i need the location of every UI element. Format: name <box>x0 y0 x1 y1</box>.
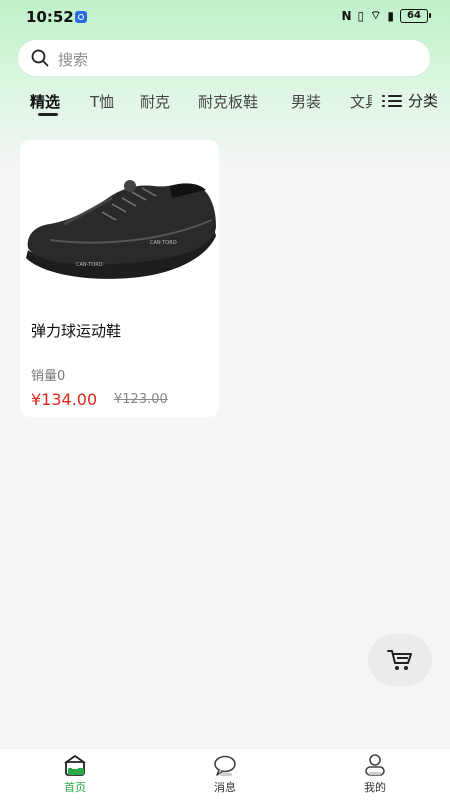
message-icon <box>214 755 236 776</box>
nav-messages[interactable]: 消息 <box>185 749 265 801</box>
nav-profile-label: 我的 <box>364 781 386 794</box>
bottom-nav: 首页 消息 我的 <box>0 748 450 801</box>
vpn-icon <box>75 11 87 23</box>
product-name: 弹力球运动鞋 <box>31 322 122 340</box>
wifi-icon: ⌔ <box>370 8 382 22</box>
alert-icon: ▮ <box>387 8 394 23</box>
tab-menswear[interactable]: 男装 <box>291 91 321 112</box>
battery-icon: 64 <box>400 8 431 23</box>
tab-featured[interactable]: 精选 <box>30 91 60 112</box>
search-icon <box>31 49 49 67</box>
active-tab-indicator <box>38 113 58 116</box>
status-icons: N ▯ ⌔ ▮ 64 <box>341 8 431 23</box>
tabs-scroller[interactable]: 精选 T恤 耐克 耐克板鞋 男装 文具 <box>0 86 372 120</box>
status-time: 10:52 <box>26 8 74 26</box>
list-icon <box>381 93 402 109</box>
status-bar: 10:52 N ▯ ⌔ ▮ 64 <box>0 0 450 34</box>
tab-stationery[interactable]: 文具 <box>350 91 372 112</box>
cart-icon <box>387 650 412 670</box>
product-image: CAN·TORO CAN·TORO <box>20 140 219 300</box>
nfc-icon: N <box>341 8 352 23</box>
nav-messages-label: 消息 <box>214 781 236 794</box>
search-placeholder: 搜索 <box>58 51 89 69</box>
product-price: ¥134.00 <box>31 390 98 409</box>
home-icon <box>64 755 86 776</box>
product-original-price: ¥123.00 <box>114 392 168 407</box>
svg-text:CAN·TORO: CAN·TORO <box>150 240 177 246</box>
category-button-label: 分类 <box>407 92 438 110</box>
nav-profile[interactable]: 我的 <box>335 749 415 801</box>
nav-home-label: 首页 <box>64 781 86 794</box>
search-input[interactable]: 搜索 <box>18 40 430 76</box>
vibrate-icon: ▯ <box>357 8 365 23</box>
category-button[interactable]: 分类 <box>375 90 438 111</box>
svg-text:CAN·TORO: CAN·TORO <box>76 262 103 268</box>
cart-button[interactable] <box>368 634 432 686</box>
product-card[interactable]: CAN·TORO CAN·TORO 弹力球运动鞋 销量0 ¥134.00 ¥12… <box>20 140 219 417</box>
product-sales: 销量0 <box>31 369 66 384</box>
tab-nike[interactable]: 耐克 <box>140 91 170 112</box>
tab-nike-skate-shoes[interactable]: 耐克板鞋 <box>198 91 258 112</box>
tab-tshirt[interactable]: T恤 <box>90 91 114 112</box>
category-tabs: 精选 T恤 耐克 耐克板鞋 男装 文具 分类 <box>0 86 450 120</box>
profile-icon <box>365 754 385 776</box>
nav-home[interactable]: 首页 <box>35 749 115 801</box>
